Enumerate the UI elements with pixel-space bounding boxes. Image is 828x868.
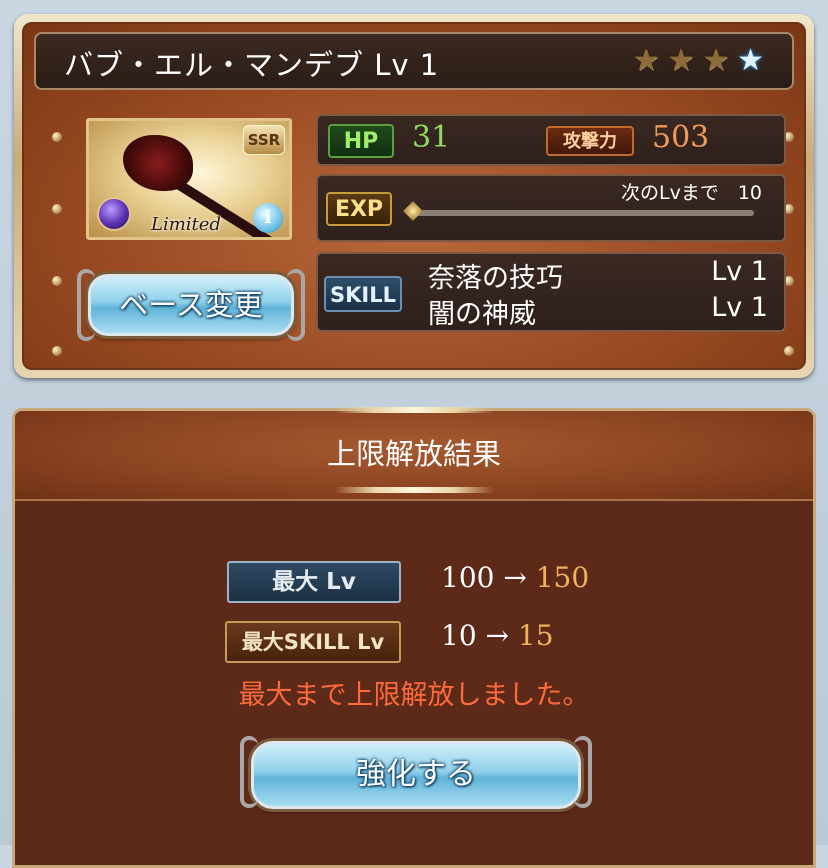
max-skill-level-change: 10 → 15 bbox=[441, 619, 554, 652]
enhance-button[interactable]: 強化する bbox=[240, 736, 592, 809]
star-icon: ★ bbox=[632, 43, 660, 78]
button-frame-right bbox=[287, 269, 305, 341]
attack-value: 503 bbox=[652, 120, 710, 155]
rivet bbox=[52, 132, 62, 142]
exp-label: EXP bbox=[326, 192, 392, 226]
info-icon[interactable]: i bbox=[253, 203, 283, 233]
hp-value: 31 bbox=[412, 120, 451, 155]
next-level-text: 次のLvまで 10 bbox=[620, 182, 762, 204]
max-level-label: 最大 Lv bbox=[227, 561, 401, 603]
max-skill-level-label: 最大SKILL Lv bbox=[225, 621, 401, 663]
change-base-label: ベース変更 bbox=[119, 288, 263, 322]
blue-star-icon: ★ bbox=[737, 43, 764, 78]
button-frame-left bbox=[240, 736, 258, 808]
button-frame-right bbox=[574, 736, 592, 808]
max-level-change: 100 → 150 bbox=[441, 561, 589, 594]
max-level-to: 150 bbox=[535, 561, 590, 594]
ssr-badge: SSR bbox=[243, 125, 285, 155]
skill-level: Lv 1 bbox=[711, 292, 768, 323]
character-card: バブ・エル・マンデブ Lv 1 ★ ★ ★ ★ SSR i Limited ベー… bbox=[14, 14, 814, 378]
skill-label: SKILL bbox=[324, 276, 402, 312]
dark-element-icon bbox=[97, 197, 131, 231]
max-level-from: 100 → bbox=[441, 561, 527, 594]
result-title: 上限解放結果 bbox=[326, 437, 501, 471]
change-base-button[interactable]: ベース変更 bbox=[77, 269, 305, 341]
attack-label: 攻撃力 bbox=[546, 126, 634, 156]
rivet bbox=[52, 276, 62, 286]
rivet bbox=[52, 204, 62, 214]
header-divider bbox=[15, 499, 813, 501]
exp-progress-marker bbox=[403, 201, 423, 221]
header-ornament bbox=[334, 487, 494, 493]
character-card-body: バブ・エル・マンデブ Lv 1 ★ ★ ★ ★ SSR i Limited ベー… bbox=[22, 22, 806, 370]
hp-attack-row: HP 31 攻撃力 503 bbox=[316, 114, 786, 166]
max-skill-level-to: 15 bbox=[517, 619, 554, 652]
weapon-portrait[interactable]: SSR i Limited bbox=[86, 118, 292, 240]
limit-break-result-panel: 上限解放結果 最大 Lv 100 → 150 最大SKILL Lv 10 → 1… bbox=[12, 407, 816, 868]
button-frame-left bbox=[77, 269, 95, 341]
star-icon: ★ bbox=[667, 43, 695, 78]
character-name: バブ・エル・マンデブ Lv 1 bbox=[64, 48, 440, 82]
skill-row: SKILL 奈落の技巧 Lv 1 闇の神威 Lv 1 bbox=[316, 252, 786, 332]
skill-name: 奈落の技巧 bbox=[428, 263, 563, 294]
skill-name: 闇の神威 bbox=[428, 299, 536, 330]
weapon-head-image bbox=[123, 135, 193, 191]
rivet bbox=[52, 346, 62, 356]
rivet bbox=[784, 346, 794, 356]
limit-break-complete-message: 最大まで上限解放しました。 bbox=[238, 680, 590, 711]
character-title-bar: バブ・エル・マンデブ Lv 1 ★ ★ ★ ★ bbox=[34, 32, 794, 90]
star-icon: ★ bbox=[702, 43, 730, 78]
enhance-label: 強化する bbox=[356, 757, 476, 792]
exp-progress-bar bbox=[414, 210, 754, 216]
max-skill-level-from: 10 → bbox=[441, 619, 509, 652]
skill-level: Lv 1 bbox=[711, 256, 768, 287]
exp-row: EXP 次のLvまで 10 bbox=[316, 174, 786, 242]
header-ornament bbox=[334, 407, 494, 413]
result-header: 上限解放結果 bbox=[15, 407, 813, 501]
star-rating: ★ ★ ★ ★ bbox=[632, 46, 764, 76]
hp-label: HP bbox=[328, 124, 394, 158]
limited-label: Limited bbox=[151, 214, 221, 235]
